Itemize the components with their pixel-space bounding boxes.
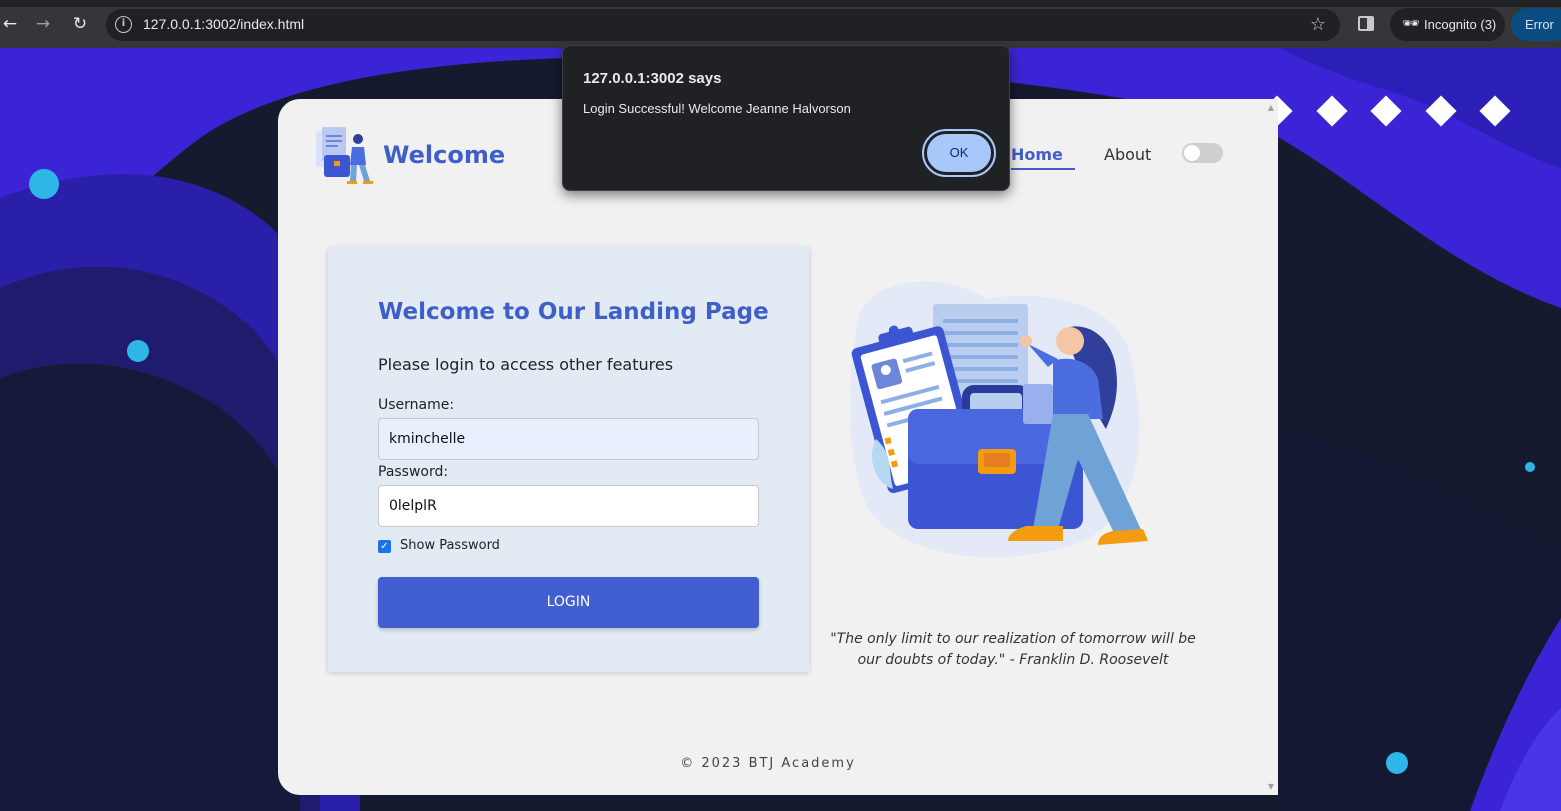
footer-copyright: © 2023 BTJ Academy xyxy=(680,756,856,771)
scroll-up-arrow-icon[interactable]: ▲ xyxy=(1268,103,1274,112)
login-panel: Welcome to Our Landing Page Please login… xyxy=(328,247,809,672)
side-panel-icon[interactable] xyxy=(1358,16,1374,31)
toggle-knob xyxy=(1184,145,1200,161)
show-password-label[interactable]: Show Password xyxy=(400,538,500,553)
forward-arrow-icon[interactable]: → xyxy=(33,14,53,34)
quote-text: "The only limit to our realization of to… xyxy=(830,631,1196,668)
show-password-checkbox[interactable]: ✓ xyxy=(378,540,391,553)
login-button[interactable]: LOGIN xyxy=(378,577,759,628)
scroll-down-arrow-icon[interactable]: ▼ xyxy=(1268,782,1274,791)
error-label: Error xyxy=(1525,17,1554,32)
hero-illustration-icon xyxy=(849,281,1148,558)
nav-home-link[interactable]: Home xyxy=(1011,145,1075,170)
back-arrow-icon[interactable]: ← xyxy=(0,14,20,34)
browser-toolbar: ← → ↻ i 127.0.0.1:3002/index.html ☆ 🕶 In… xyxy=(0,0,1561,48)
logo-illustration-icon xyxy=(316,127,373,184)
brand-title: Welcome xyxy=(383,141,506,169)
password-label: Password: xyxy=(378,464,449,480)
nav-about-link[interactable]: About xyxy=(1104,145,1151,164)
profile-error-button[interactable]: Error xyxy=(1511,8,1561,41)
alert-title: 127.0.0.1:3002 says xyxy=(583,70,722,87)
login-button-label: LOGIN xyxy=(546,594,591,610)
incognito-button[interactable]: 🕶 Incognito (3) xyxy=(1390,8,1505,41)
username-label: Username: xyxy=(378,397,455,413)
alert-ok-button[interactable]: OK xyxy=(922,129,996,177)
address-bar[interactable]: i 127.0.0.1:3002/index.html ☆ xyxy=(106,9,1340,41)
alert-message: Login Successful! Welcome Jeanne Halvors… xyxy=(583,101,851,116)
site-info-icon[interactable]: i xyxy=(115,16,132,33)
decorative-dot xyxy=(1525,462,1535,472)
theme-toggle[interactable] xyxy=(1182,143,1223,163)
decorative-dot xyxy=(29,169,59,199)
password-field[interactable]: 0lelplR xyxy=(378,485,759,527)
decorative-dot xyxy=(127,340,149,362)
main-card: ▲ ▼ Welcome Home About Welcome to Our La… xyxy=(278,99,1278,795)
username-field[interactable]: kminchelle xyxy=(378,418,759,460)
login-title: Welcome to Our Landing Page xyxy=(378,299,769,325)
bookmark-star-icon[interactable]: ☆ xyxy=(1310,14,1326,35)
incognito-icon: 🕶 xyxy=(1402,16,1420,32)
address-url[interactable]: 127.0.0.1:3002/index.html xyxy=(143,16,304,32)
login-subtitle: Please login to access other features xyxy=(378,355,674,374)
alert-ok-label: OK xyxy=(949,145,969,160)
incognito-label: Incognito (3) xyxy=(1424,17,1497,32)
tab-strip xyxy=(0,0,1561,7)
reload-icon[interactable]: ↻ xyxy=(70,14,90,34)
decorative-dot xyxy=(1386,752,1408,774)
alert-dialog: 127.0.0.1:3002 says Login Successful! We… xyxy=(562,45,1010,191)
